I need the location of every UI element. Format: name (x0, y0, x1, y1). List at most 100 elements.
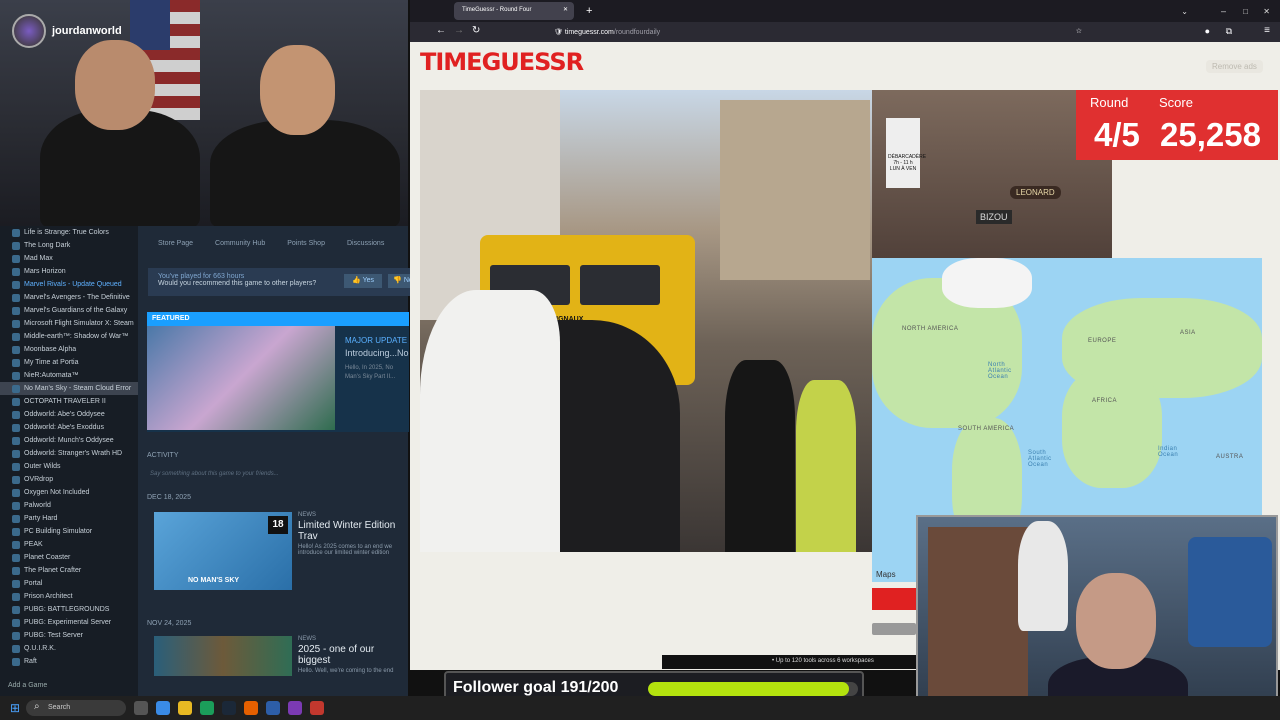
taskbar-search[interactable]: Search (26, 700, 126, 716)
recommend-box: You've played for 663 hours Would you re… (148, 268, 418, 296)
tab-title: TimeGuessr - Round Four (462, 7, 532, 13)
submit-guess-button[interactable] (872, 588, 916, 610)
library-item[interactable]: Q.U.I.R.K. (0, 642, 138, 655)
library-item[interactable]: NieR:Automata™ (0, 369, 138, 382)
windows-taskbar: ⊞ Search (0, 696, 1280, 720)
add-game-button[interactable]: Add a Game (0, 676, 138, 696)
menu-icon[interactable]: ≡ (1264, 25, 1270, 36)
bus-window (580, 265, 660, 305)
forward-icon[interactable]: → (454, 25, 464, 36)
news-item[interactable]: NEWS 2025 - one of our biggest Hello. We… (298, 636, 408, 674)
library-item[interactable]: Middle-earth™: Shadow of War™ (0, 330, 138, 343)
library-item[interactable]: Oxygen Not Included (0, 486, 138, 499)
remove-ads-button[interactable]: Remove ads (1206, 60, 1263, 73)
library-item[interactable]: Mad Max (0, 252, 138, 265)
library-item[interactable]: Portal (0, 577, 138, 590)
lock-icon: 🛡 (554, 29, 563, 36)
featured-title: Introducing...No (345, 348, 409, 358)
library-item[interactable]: PUBG: Test Server (0, 629, 138, 642)
news-kind: NEWS (298, 636, 316, 642)
library-item[interactable]: The Long Dark (0, 239, 138, 252)
library-item[interactable]: Outer Wilds (0, 460, 138, 473)
library-item[interactable]: The Planet Crafter (0, 564, 138, 577)
library-item[interactable]: Party Hard (0, 512, 138, 525)
chef (420, 290, 560, 552)
library-item[interactable]: Oddworld: Abe's Oddysee (0, 408, 138, 421)
tab-store-page[interactable]: Store Page (158, 240, 193, 247)
close-window-icon[interactable]: ✕ (1263, 7, 1270, 16)
recommend-yes-button[interactable]: 👍 Yes (344, 274, 382, 288)
library-item[interactable]: PUBG: BATTLEGROUNDS (0, 603, 138, 616)
library-item[interactable]: Raft (0, 655, 138, 668)
library-item[interactable]: Microsoft Flight Simulator X: Steam (0, 317, 138, 330)
featured-tag: FEATURED (147, 312, 409, 326)
library-item[interactable]: Mars Horizon (0, 265, 138, 278)
file-explorer-icon[interactable] (178, 701, 192, 715)
address-bar[interactable]: 🛡 timeguessr.com/roundfourdaily ☆ (548, 25, 1088, 39)
task-view-icon[interactable] (134, 701, 148, 715)
library-item[interactable]: Oddworld: Abe's Exoddus (0, 421, 138, 434)
tab-list-icon[interactable]: ⌄ (1181, 7, 1188, 16)
app-icon[interactable] (310, 701, 324, 715)
site-logo[interactable]: TIMEGUESSR (420, 48, 584, 76)
account-icon[interactable]: ● (1205, 26, 1210, 36)
news-thumbnail[interactable] (154, 636, 292, 676)
library-item[interactable]: OVRdrop (0, 473, 138, 486)
news-item[interactable]: NEWS Limited Winter Edition Trav Hello! … (298, 512, 408, 556)
firefox-icon[interactable] (244, 701, 258, 715)
score-label: Score (1159, 95, 1193, 110)
library-item[interactable]: Marvel's Avengers - The Definitive (0, 291, 138, 304)
library-item[interactable]: Planet Coaster (0, 551, 138, 564)
tab-community-hub[interactable]: Community Hub (215, 240, 265, 247)
app-icon[interactable] (288, 701, 302, 715)
library-item[interactable]: PUBG: Experimental Server (0, 616, 138, 629)
news-thumb-day: 18 (268, 516, 288, 534)
reload-icon[interactable]: ↻ (472, 25, 480, 36)
new-tab-icon[interactable]: + (586, 5, 592, 17)
news-title: 2025 - one of our biggest (298, 644, 375, 666)
windows-start-icon[interactable]: ⊞ (10, 701, 20, 715)
library-item[interactable]: No Man's Sky - Steam Cloud Error (0, 382, 138, 395)
library-item[interactable]: OCTOPATH TRAVELER II (0, 395, 138, 408)
close-tab-icon[interactable]: ✕ (563, 6, 568, 13)
browser-tab[interactable]: TimeGuessr - Round Four ✕ (454, 2, 574, 20)
round-value: 4/5 (1094, 116, 1140, 153)
library-item[interactable]: Marvel's Guardians of the Galaxy (0, 304, 138, 317)
pedestrian (725, 360, 795, 552)
tab-points-shop[interactable]: Points Shop (287, 240, 325, 247)
library-item[interactable]: Oddworld: Stranger's Wrath HD (0, 447, 138, 460)
xbox-icon[interactable] (200, 701, 214, 715)
news-thumbnail[interactable]: NO MAN'S SKY 18 (154, 512, 292, 590)
library-item[interactable]: Marvel Rivals - Update Queued (0, 278, 138, 291)
library-item[interactable]: Life is Strange: True Colors (0, 226, 138, 239)
library-item[interactable]: PEAK (0, 538, 138, 551)
library-item[interactable]: Palworld (0, 499, 138, 512)
steam-icon[interactable] (222, 701, 236, 715)
tab-discussions[interactable]: Discussions (347, 240, 384, 247)
map-label: NORTH AMERICA (902, 326, 959, 332)
maximize-icon[interactable]: □ (1243, 7, 1248, 16)
minimize-icon[interactable]: – (1221, 6, 1226, 16)
follower-goal-bar (648, 682, 858, 696)
shop-sign: BIZOU (976, 210, 1012, 224)
featured-body: Hello, In 2025, No Man's Sky Part II... (345, 365, 396, 380)
library-item[interactable]: Moonbase Alpha (0, 343, 138, 356)
url-path: /roundfourdaily (613, 29, 661, 36)
ocean-label: Indian Ocean (1158, 446, 1179, 458)
app-icon[interactable] (266, 701, 280, 715)
score-value: 25,258 (1160, 116, 1261, 153)
featured-card[interactable]: FEATURED MAJOR UPDATE Introducing...No H… (147, 312, 409, 432)
back-icon[interactable]: ← (436, 25, 446, 36)
edge-icon[interactable] (156, 701, 170, 715)
library-item[interactable]: PC Building Simulator (0, 525, 138, 538)
library-item[interactable]: My Time at Portia (0, 356, 138, 369)
library-item[interactable]: Prison Architect (0, 590, 138, 603)
extensions-icon[interactable]: ⧉ (1226, 26, 1232, 37)
library-item[interactable]: Oddworld: Munch's Oddysee (0, 434, 138, 447)
news-body: Hello! As 2025 comes to an end we introd… (298, 544, 393, 556)
activity-input[interactable]: Say something about this game to your fr… (150, 471, 279, 477)
person-right (210, 120, 400, 226)
shelf (928, 527, 1028, 716)
secondary-button[interactable] (872, 623, 916, 635)
bookmark-star-icon[interactable]: ☆ (1076, 27, 1082, 35)
